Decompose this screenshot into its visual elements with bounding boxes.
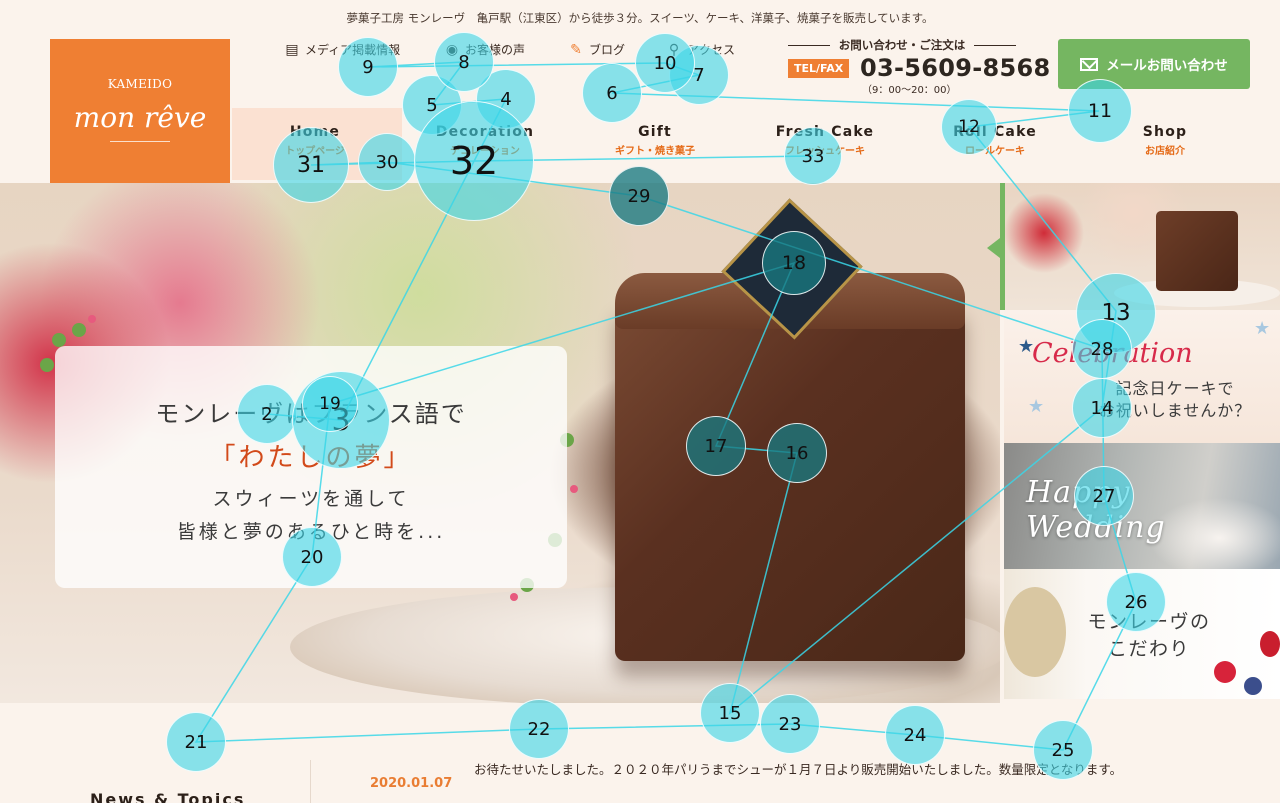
util-link-media[interactable]: ▤ メディア掲載情報 (282, 41, 400, 58)
util-link-blog[interactable]: ✎ ブログ (566, 41, 625, 58)
kodawari-text: モンレーヴの こだわり (1064, 609, 1234, 663)
hero-message-card: モンレーヴはフランス語で 「わたしの夢」 スウィーツを通して 皆様と夢のあるひと… (55, 346, 567, 588)
hero-line-1: モンレーヴはフランス語で (155, 400, 467, 428)
annotation-marker: 24 (885, 705, 945, 765)
newspaper-icon: ▤ (285, 41, 299, 58)
nav-label-en: Gift (638, 124, 672, 140)
business-hours: （9：00～20：00） (862, 85, 957, 96)
annotation-marker: 23 (760, 694, 820, 754)
hero-cake-image (615, 273, 965, 661)
flower-decoration (510, 593, 518, 601)
active-thumb-pointer (987, 238, 1000, 258)
util-link-label: ブログ (589, 43, 626, 57)
annotation-marker: 4 (476, 69, 536, 129)
celebration-title: Celebration (1032, 338, 1193, 369)
wedding-title: Happy Wedding (1026, 475, 1166, 545)
map-pin-icon: ⚲ (668, 41, 680, 58)
active-thumb-bar (1000, 183, 1005, 310)
util-link-label: アクセス (687, 43, 736, 57)
nav-label-en: Decoration (435, 124, 535, 140)
mail-contact-label: メールお問い合わせ (1106, 58, 1228, 74)
nav-label-ja: ギフト・焼き菓子 (615, 146, 695, 157)
nav-label-ja: デコレーション (450, 146, 520, 157)
nav-label-ja: フレッシュケーキ (785, 146, 865, 157)
nav-label-en: Shop (1142, 124, 1188, 140)
nav-fresh-cake[interactable]: Fresh Cake フレッシュケーキ (750, 124, 900, 157)
nav-shop[interactable]: Shop お店紹介 (1090, 124, 1240, 157)
kodawari-line-1: モンレーヴの (1087, 611, 1211, 633)
nav-gift[interactable]: Gift ギフト・焼き菓子 (580, 124, 730, 157)
star-icon: ★ (1028, 396, 1045, 417)
mail-contact-button[interactable]: メールお問い合わせ (1058, 39, 1250, 89)
nav-label-ja: ロールケーキ (965, 146, 1025, 157)
nav-label-en: Roll Cake (953, 124, 1037, 140)
envelope-icon (1080, 57, 1099, 71)
contact-heading: お問い合わせ・ご注文は (786, 37, 1018, 53)
news-heading: News & Topics (90, 790, 246, 803)
slide-thumb-wedding[interactable]: Happy Wedding (1004, 443, 1280, 569)
util-link-label: お客様の声 (465, 43, 526, 57)
annotation-marker: 21 (166, 712, 226, 772)
leaf-decoration (40, 358, 54, 372)
raspberry-image (1214, 661, 1236, 683)
slide-thumb-kodawari[interactable]: モンレーヴの こだわり (1004, 569, 1280, 699)
nav-home[interactable]: Home トップページ (240, 124, 390, 157)
nav-label-ja: お店紹介 (1145, 146, 1185, 157)
site-tagline: 夢菓子工房 モンレーヴ 亀戸駅（江東区）から徒歩３分。スイーツ、ケーキ、洋菓子、… (346, 11, 934, 25)
logo-kameido-text: KAMEIDO (107, 77, 173, 91)
speech-bubble-icon: ◉ (445, 41, 459, 58)
slide-thumb-chocolate-cake[interactable] (1004, 183, 1280, 310)
thumb-cake-image (1156, 211, 1238, 291)
celebration-subtitle: 記念日ケーキで お祝いしませんか？ (1070, 378, 1280, 422)
celebration-subtitle-line-2: お祝いしませんか？ (1098, 401, 1252, 420)
hero-line-2: 「わたしの夢」 (209, 443, 413, 473)
slide-thumb-celebration[interactable]: ★ ★ ★ Celebration 記念日ケーキで お祝いしませんか？ (1004, 310, 1280, 443)
hero-slide[interactable]: モンレーヴはフランス語で 「わたしの夢」 スウィーツを通して 皆様と夢のあるひと… (0, 183, 1000, 703)
strawberry-image (1260, 631, 1280, 657)
pencil-icon: ✎ (570, 41, 582, 58)
annotation-marker: 22 (509, 699, 569, 759)
leaf-decoration (72, 323, 86, 337)
tel-fax-badge: TEL/FAX (788, 59, 850, 78)
flower-decoration (570, 485, 578, 493)
celebration-subtitle-line-1: 記念日ケーキで (1115, 379, 1235, 398)
kodawari-line-2: こだわり (1107, 638, 1190, 660)
hero-line-4: 皆様と夢のあるひと時を... (176, 521, 446, 543)
news-divider (310, 760, 311, 803)
flower-decoration (88, 315, 96, 323)
star-icon: ★ (1254, 318, 1271, 339)
blueberry-image (1244, 677, 1262, 695)
nav-label-en: Home (289, 124, 341, 140)
util-link-access[interactable]: ⚲ アクセス (664, 41, 735, 58)
util-link-voice[interactable]: ◉ お客様の声 (442, 41, 525, 58)
hero-line-3: スウィーツを通して (212, 488, 410, 510)
news-item-text[interactable]: お待たせいたしました。２０２０年パリうまでシューが１月７日より販売開始いたしまし… (474, 762, 1214, 777)
logo-script-text: mon rêve (73, 101, 207, 134)
nav-roll-cake[interactable]: Roll Cake ロールケーキ (920, 124, 1070, 157)
leaf-decoration (52, 333, 66, 347)
phone-number[interactable]: 03-5609-8568 (860, 54, 1051, 82)
oats-image (1004, 587, 1066, 677)
news-date: 2020.01.07 (370, 776, 453, 791)
annotation-marker: 6 (582, 63, 642, 123)
util-link-label: メディア掲載情報 (305, 43, 401, 57)
nav-label-en: Fresh Cake (775, 124, 875, 140)
nav-label-ja: トップページ (285, 146, 345, 157)
logo-divider (110, 141, 170, 142)
nav-decoration[interactable]: Decoration デコレーション (410, 124, 560, 157)
